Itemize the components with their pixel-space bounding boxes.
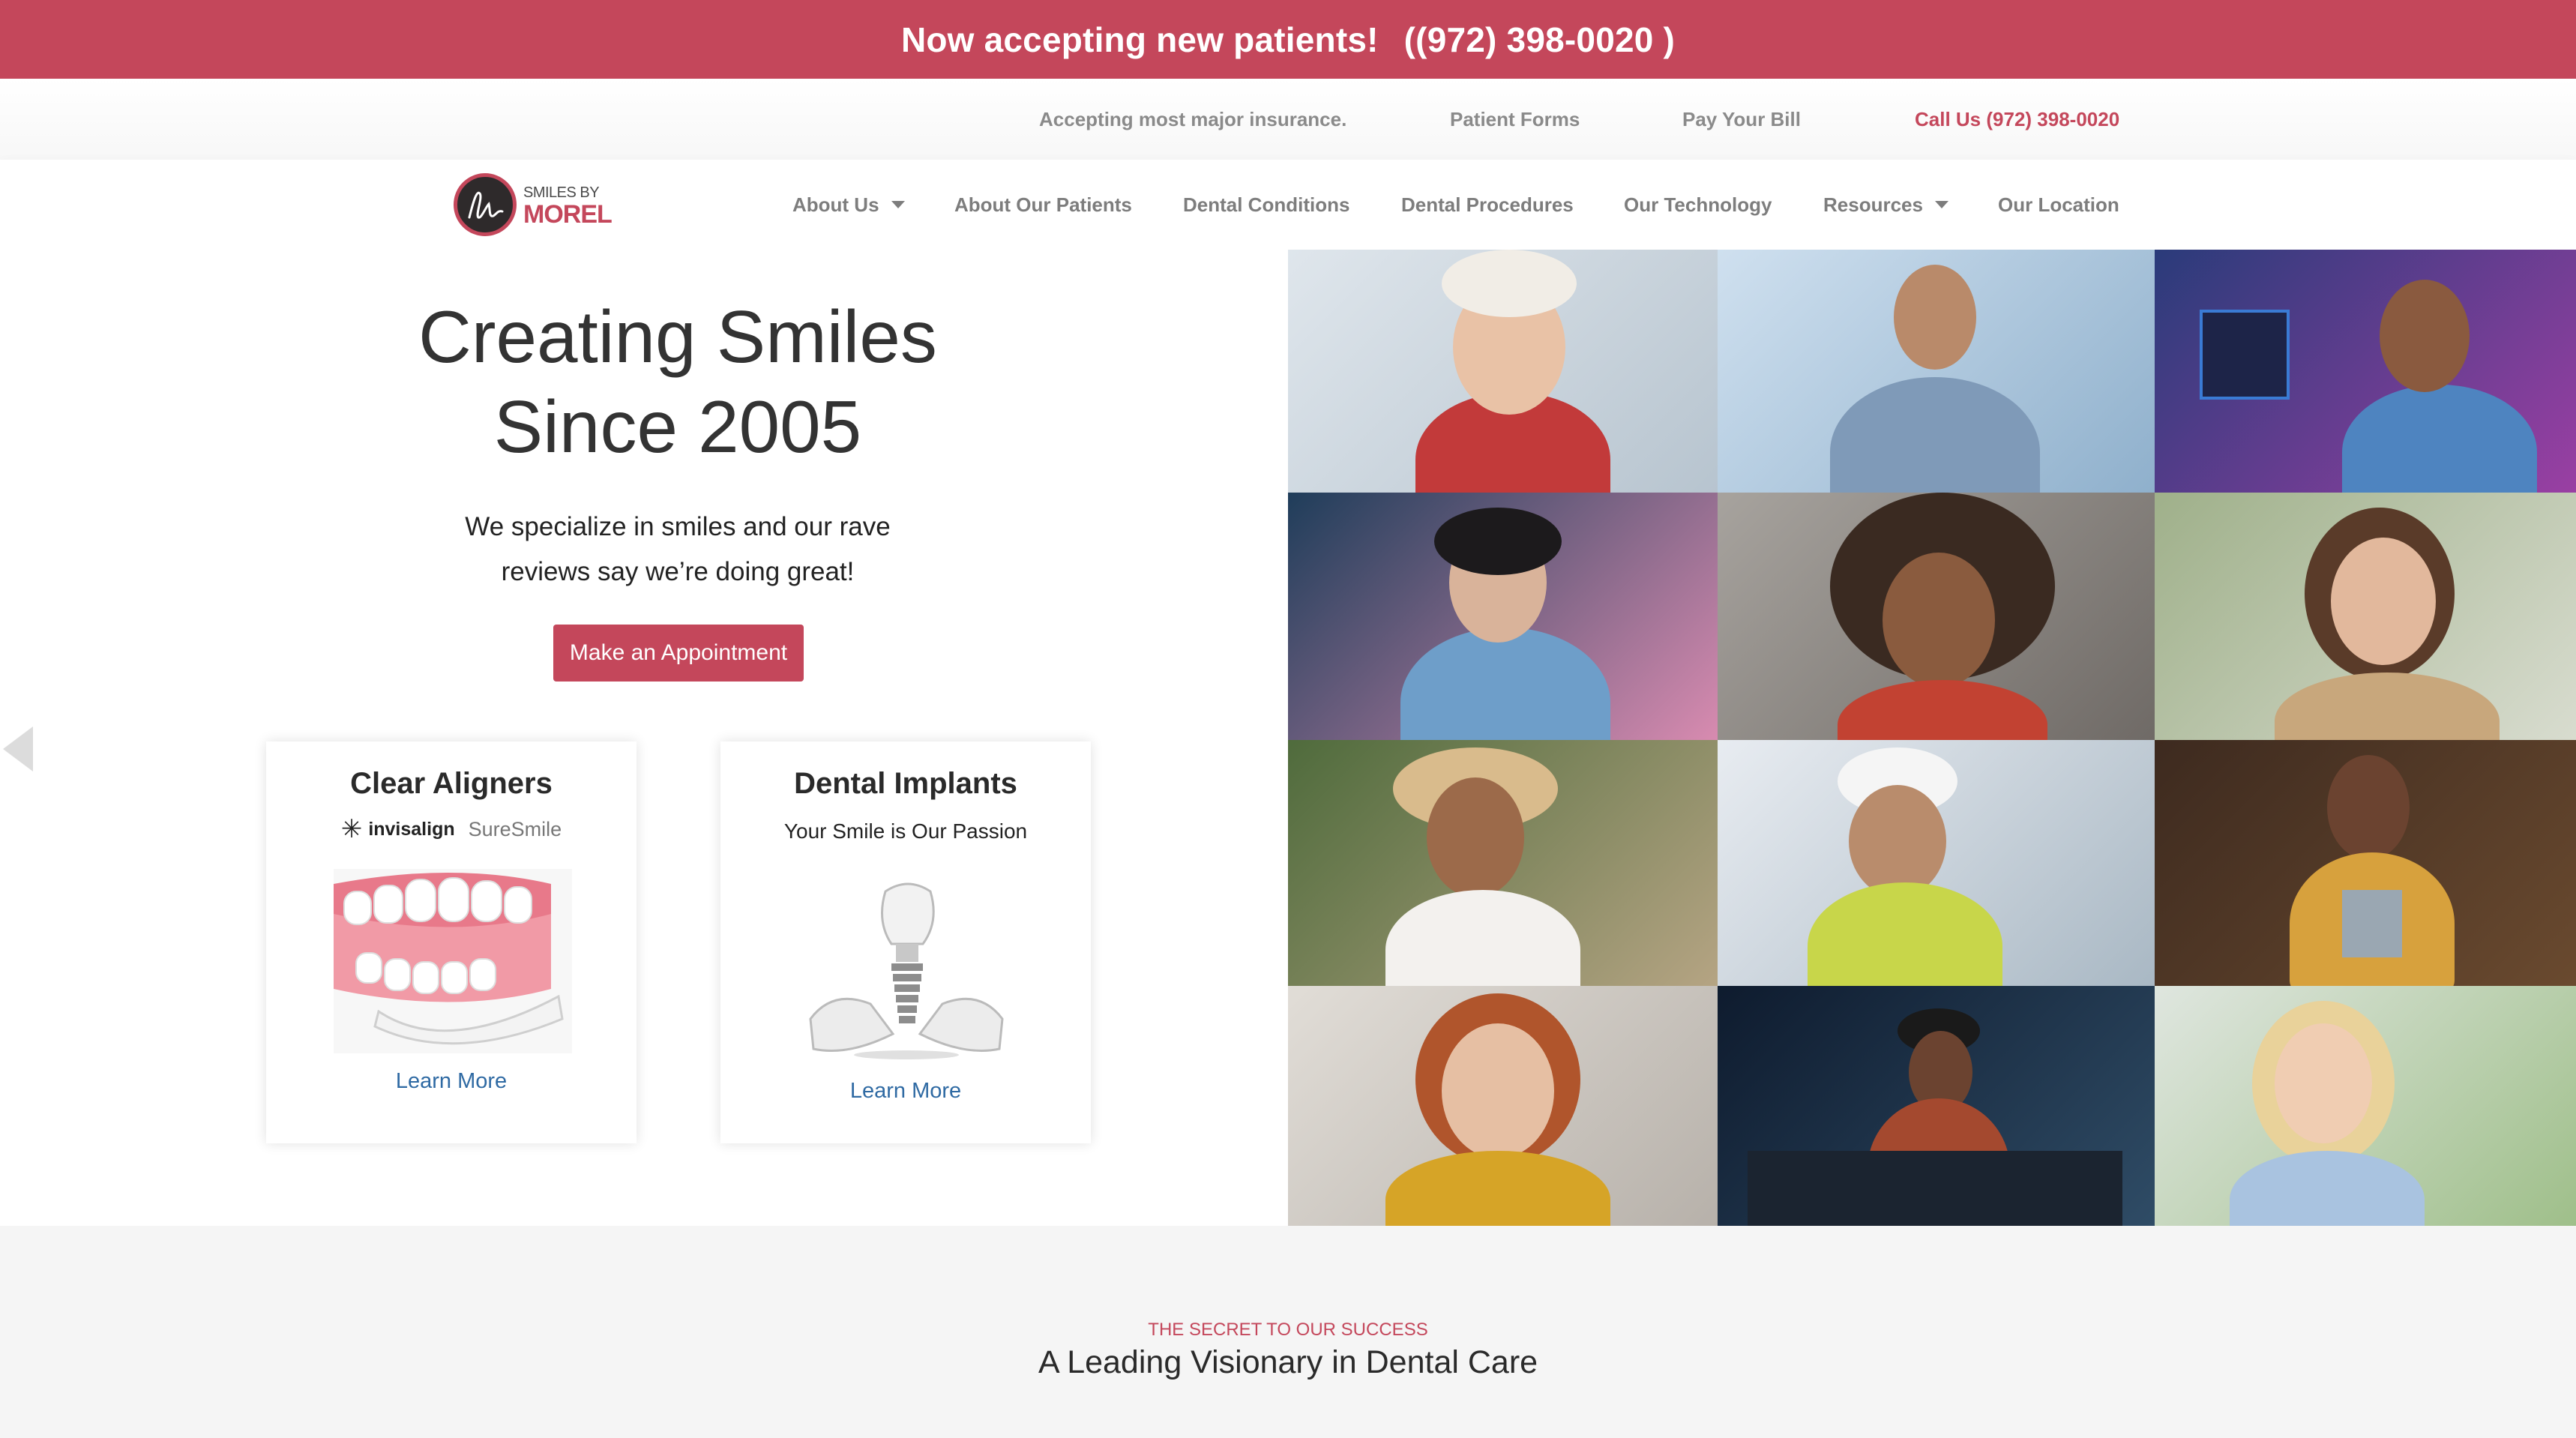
implant-illustration (803, 876, 1010, 1064)
pay-bill-link[interactable]: Pay Your Bill (1682, 79, 1801, 160)
clear-aligners-card[interactable]: Clear Aligners ✳ invisalign SureSmile Le… (266, 741, 637, 1143)
hero-subtitle-line: reviews say we’re doing great! (501, 557, 855, 586)
insurance-note: Accepting most major insurance. (1039, 107, 1347, 130)
invisalign-star-icon: ✳ (340, 815, 363, 843)
photo-tile-man-lab (1718, 250, 2155, 493)
chevron-down-icon (891, 201, 905, 208)
card-title: Clear Aligners (350, 767, 553, 800)
announcement-banner: Now accepting new patients! ((972) 398-0… (0, 0, 2576, 79)
photo-tile-man-hardhat (1718, 740, 2155, 986)
brand-logos: ✳ invisalign SureSmile (266, 816, 637, 842)
nav-label: Resources (1823, 193, 1923, 216)
patient-forms-link[interactable]: Patient Forms (1450, 79, 1580, 160)
nav-dental-procedures[interactable]: Dental Procedures (1401, 160, 1574, 250)
invisalign-logo: ✳ invisalign (341, 816, 455, 842)
main-nav: SMILES BY MOREL About Us About Our Patie… (0, 160, 2576, 250)
hero-title: Creating Smiles Since 2005 (0, 292, 1355, 472)
logo-name: MOREL (523, 200, 613, 229)
section-heading: A Leading Visionary in Dental Care (1038, 1344, 1538, 1380)
photo-tile-woman-headphones (2155, 250, 2576, 493)
testimonial-video-collage[interactable] (1288, 250, 2576, 1226)
suresmile-logo: SureSmile (468, 817, 562, 840)
photo-tile-woman-sun-hat (1288, 740, 1718, 986)
photo-tile-woman-redhead (1288, 986, 1718, 1226)
hero-subtitle-line: We specialize in smiles and our rave (465, 512, 891, 541)
slider-prev-arrow-icon[interactable] (3, 726, 33, 771)
hero-section: Creating Smiles Since 2005 We specialize… (0, 250, 1288, 1226)
hero-subtitle: We specialize in smiles and our rave rev… (0, 505, 1355, 595)
call-us-link[interactable]: Call Us (972) 398-0020 (1915, 79, 2119, 160)
nav-dental-conditions[interactable]: Dental Conditions (1183, 160, 1349, 250)
banner-text: Now accepting new patients! (900, 19, 1379, 59)
photo-tile-woman-library (2155, 740, 2576, 986)
nav-label: About Us (792, 193, 879, 216)
invisalign-wordmark: invisalign (368, 818, 455, 840)
photo-tile-woman-curly-hair (1718, 493, 2155, 740)
hero-title-line: Creating Smiles (418, 295, 937, 378)
photo-tile-woman-greenhouse (2155, 986, 2576, 1226)
nav-about-our-patients[interactable]: About Our Patients (954, 160, 1132, 250)
chevron-down-icon (1934, 201, 1948, 208)
section-eyebrow: THE SECRET TO OUR SUCCESS (1148, 1320, 1428, 1340)
photo-tile-woman-phone-city (1288, 493, 1718, 740)
photo-tile-woman-laughing (2155, 493, 2576, 740)
photo-tile-man-studio (1718, 986, 2155, 1226)
learn-more-link[interactable]: Learn More (720, 1079, 1091, 1104)
logo-mark-icon (454, 173, 517, 236)
nav-our-location[interactable]: Our Location (1998, 160, 2119, 250)
photo-tile-woman-winter-hat (1288, 250, 1718, 493)
utility-bar: Accepting most major insurance. Patient … (0, 79, 2576, 160)
aligner-illustration (334, 869, 572, 1053)
learn-more-link[interactable]: Learn More (266, 1069, 637, 1094)
logo-top-text: SMILES BY (523, 184, 600, 201)
card-subtitle: Your Smile is Our Passion (783, 819, 1028, 843)
success-section: THE SECRET TO OUR SUCCESS A Leading Visi… (0, 1226, 2576, 1438)
banner-phone-link[interactable]: ((972) 398-0020 ) (1404, 19, 1675, 60)
nav-our-technology[interactable]: Our Technology (1624, 160, 1772, 250)
card-title: Dental Implants (794, 767, 1017, 800)
logo[interactable]: SMILES BY MOREL (454, 172, 613, 238)
make-appointment-button[interactable]: Make an Appointment (553, 625, 804, 682)
nav-about-us[interactable]: About Us (792, 160, 905, 250)
dental-implants-card[interactable]: Dental Implants Your Smile is Our Passio… (720, 741, 1091, 1143)
nav-resources[interactable]: Resources (1823, 160, 1948, 250)
hero-title-line: Since 2005 (493, 385, 862, 468)
